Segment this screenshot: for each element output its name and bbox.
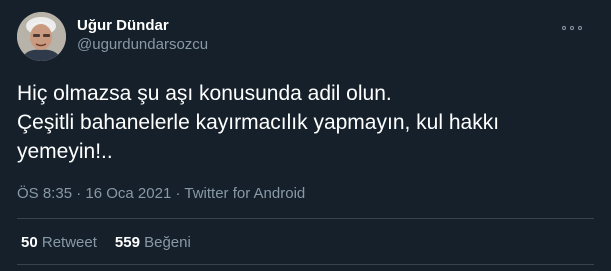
tweet-header: Uğur Dündar @ugurdundarsozcu (17, 12, 594, 64)
retweets-stat[interactable]: 50 Retweet (21, 233, 97, 253)
retweets-label: Retweet (41, 234, 97, 251)
more-dot-icon (578, 26, 582, 30)
tweet-text-line: Hiç olmazsa şu aşı konusunda adil olun. (17, 82, 392, 105)
author-info: Uğur Dündar @ugurdundarsozcu (77, 16, 208, 55)
divider (17, 218, 594, 219)
tweet-stats: 50 Retweet 559 Beğeni (21, 233, 191, 253)
divider (17, 264, 594, 265)
avatar-photo-icon (17, 12, 66, 61)
tweet-card: Uğur Dündar @ugurdundarsozcu Hiç olmazsa… (0, 0, 611, 271)
tweet-date[interactable]: 16 Oca 2021 (85, 185, 171, 202)
author-handle[interactable]: @ugurdundarsozcu (77, 35, 208, 55)
more-dot-icon (570, 26, 574, 30)
likes-count: 559 (114, 234, 140, 251)
meta-separator: · (171, 185, 185, 202)
tweet-time[interactable]: ÖS 8:35 (17, 185, 72, 202)
meta-separator: · (72, 185, 86, 202)
author-display-name[interactable]: Uğur Dündar (77, 16, 208, 35)
avatar[interactable] (17, 12, 66, 61)
likes-label: Beğeni (144, 234, 191, 251)
tweet-text: Hiç olmazsa şu aşı konusunda adil olun. … (17, 79, 587, 166)
tweet-source[interactable]: Twitter for Android (184, 185, 305, 202)
likes-stat[interactable]: 559 Beğeni (115, 233, 191, 253)
retweets-count: 50 (21, 234, 38, 251)
more-horizontal-icon[interactable] (562, 22, 582, 34)
tweet-metadata: ÖS 8:35 · 16 Oca 2021 · Twitter for Andr… (17, 184, 305, 204)
tweet-text-line: Çeşitli bahanelerle kayırmacılık yapmayı… (17, 111, 500, 134)
more-dot-icon (562, 26, 566, 30)
tweet-text-line: yemeyin!.. (17, 140, 113, 163)
